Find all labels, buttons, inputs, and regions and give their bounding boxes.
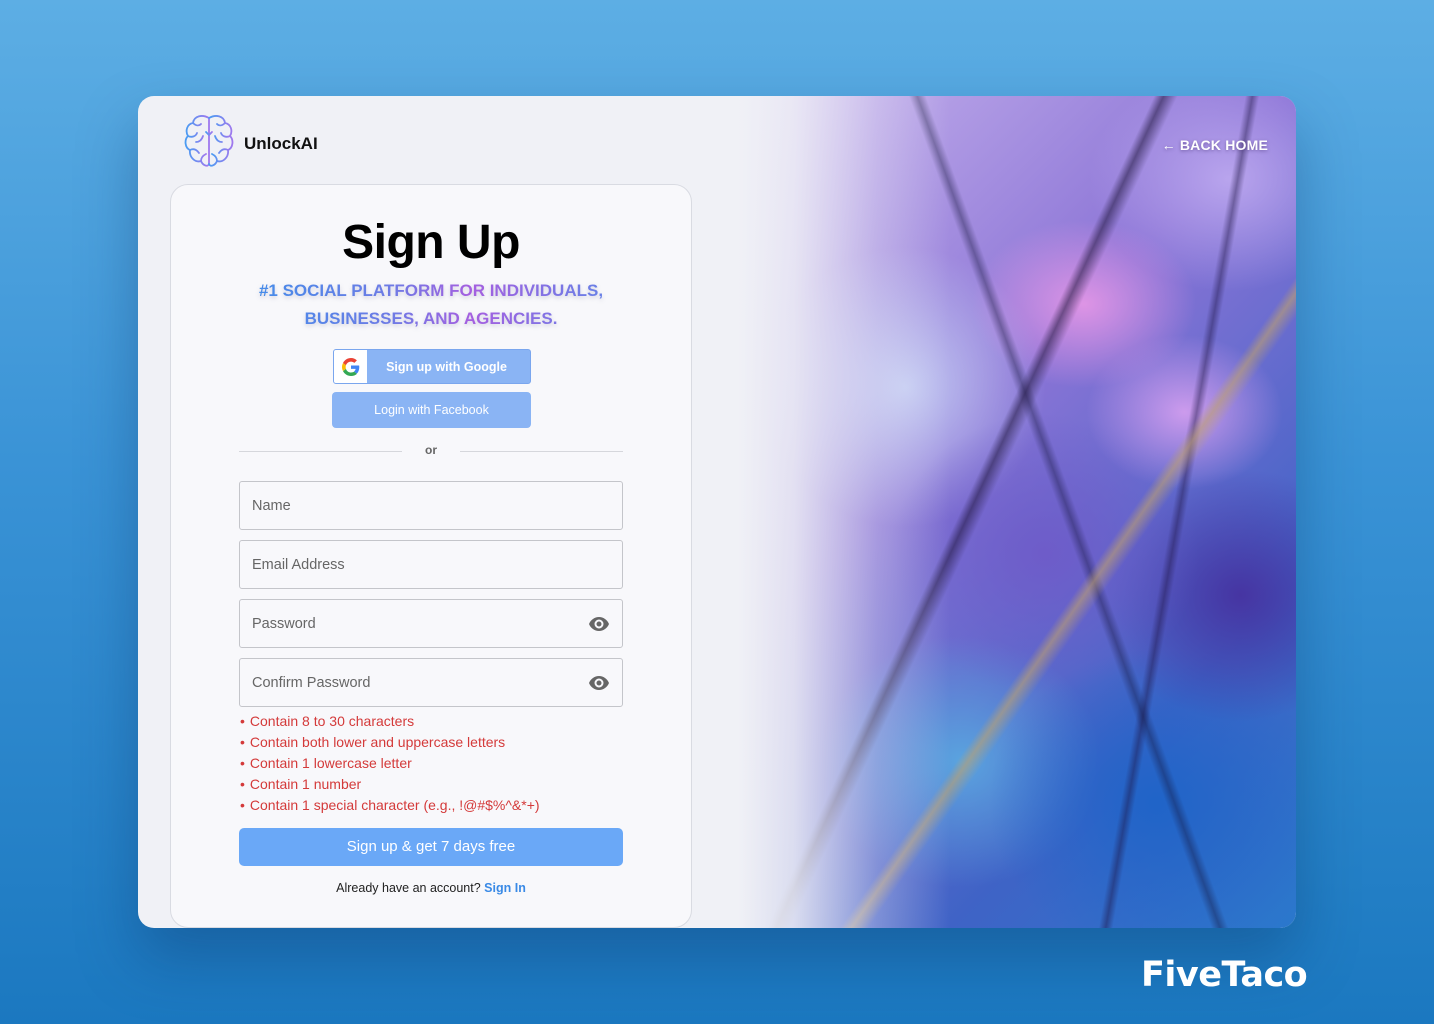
watermark-logo: FiveTaco [1141, 955, 1308, 995]
password-field[interactable] [239, 599, 623, 648]
hero-artwork [738, 96, 1296, 928]
brand-name: UnlockAI [244, 133, 318, 153]
page-title: Sign Up [342, 216, 520, 269]
brand-logo[interactable]: UnlockAI [182, 112, 318, 175]
confirm-password-input[interactable] [252, 674, 588, 691]
password-rule: Contain 1 special character (e.g., !@#$%… [240, 795, 540, 816]
divider-line [460, 451, 623, 452]
password-rule: Contain 1 lowercase letter [240, 753, 540, 774]
google-signup-button[interactable]: Sign up with Google [333, 349, 531, 384]
facebook-login-button[interactable]: Login with Facebook [332, 392, 531, 428]
name-input[interactable] [252, 497, 610, 514]
password-rule: Contain 1 number [240, 774, 540, 795]
divider-text: or [425, 443, 437, 457]
google-button-label: Sign up with Google [386, 359, 507, 374]
brain-icon [182, 112, 236, 175]
app-window: ← BACK HOME UnlockAI Sign Up #1 SOCIAL P… [138, 96, 1296, 928]
password-rule: Contain both lower and uppercase letters [240, 732, 540, 753]
or-divider: or [239, 443, 623, 459]
tagline: #1 Social Platform for Individuals, Busi… [231, 277, 631, 333]
confirm-password-field[interactable] [239, 658, 623, 707]
eye-icon[interactable] [588, 672, 610, 694]
signup-submit-button[interactable]: Sign up & get 7 days free [239, 828, 623, 866]
password-rule: Contain 8 to 30 characters [240, 711, 540, 732]
password-rules: Contain 8 to 30 characters Contain both … [240, 711, 540, 816]
signin-link[interactable]: Sign In [484, 881, 526, 895]
email-input[interactable] [252, 556, 610, 573]
name-field[interactable] [239, 481, 623, 530]
signin-prompt-text: Already have an account? [336, 881, 481, 895]
google-icon [334, 350, 367, 383]
email-field[interactable] [239, 540, 623, 589]
eye-icon[interactable] [588, 613, 610, 635]
signin-prompt: Already have an account? Sign In [171, 881, 691, 895]
signup-card: Sign Up #1 Social Platform for Individua… [170, 184, 692, 928]
password-input[interactable] [252, 615, 588, 632]
back-home-link[interactable]: ← BACK HOME [1162, 137, 1268, 153]
